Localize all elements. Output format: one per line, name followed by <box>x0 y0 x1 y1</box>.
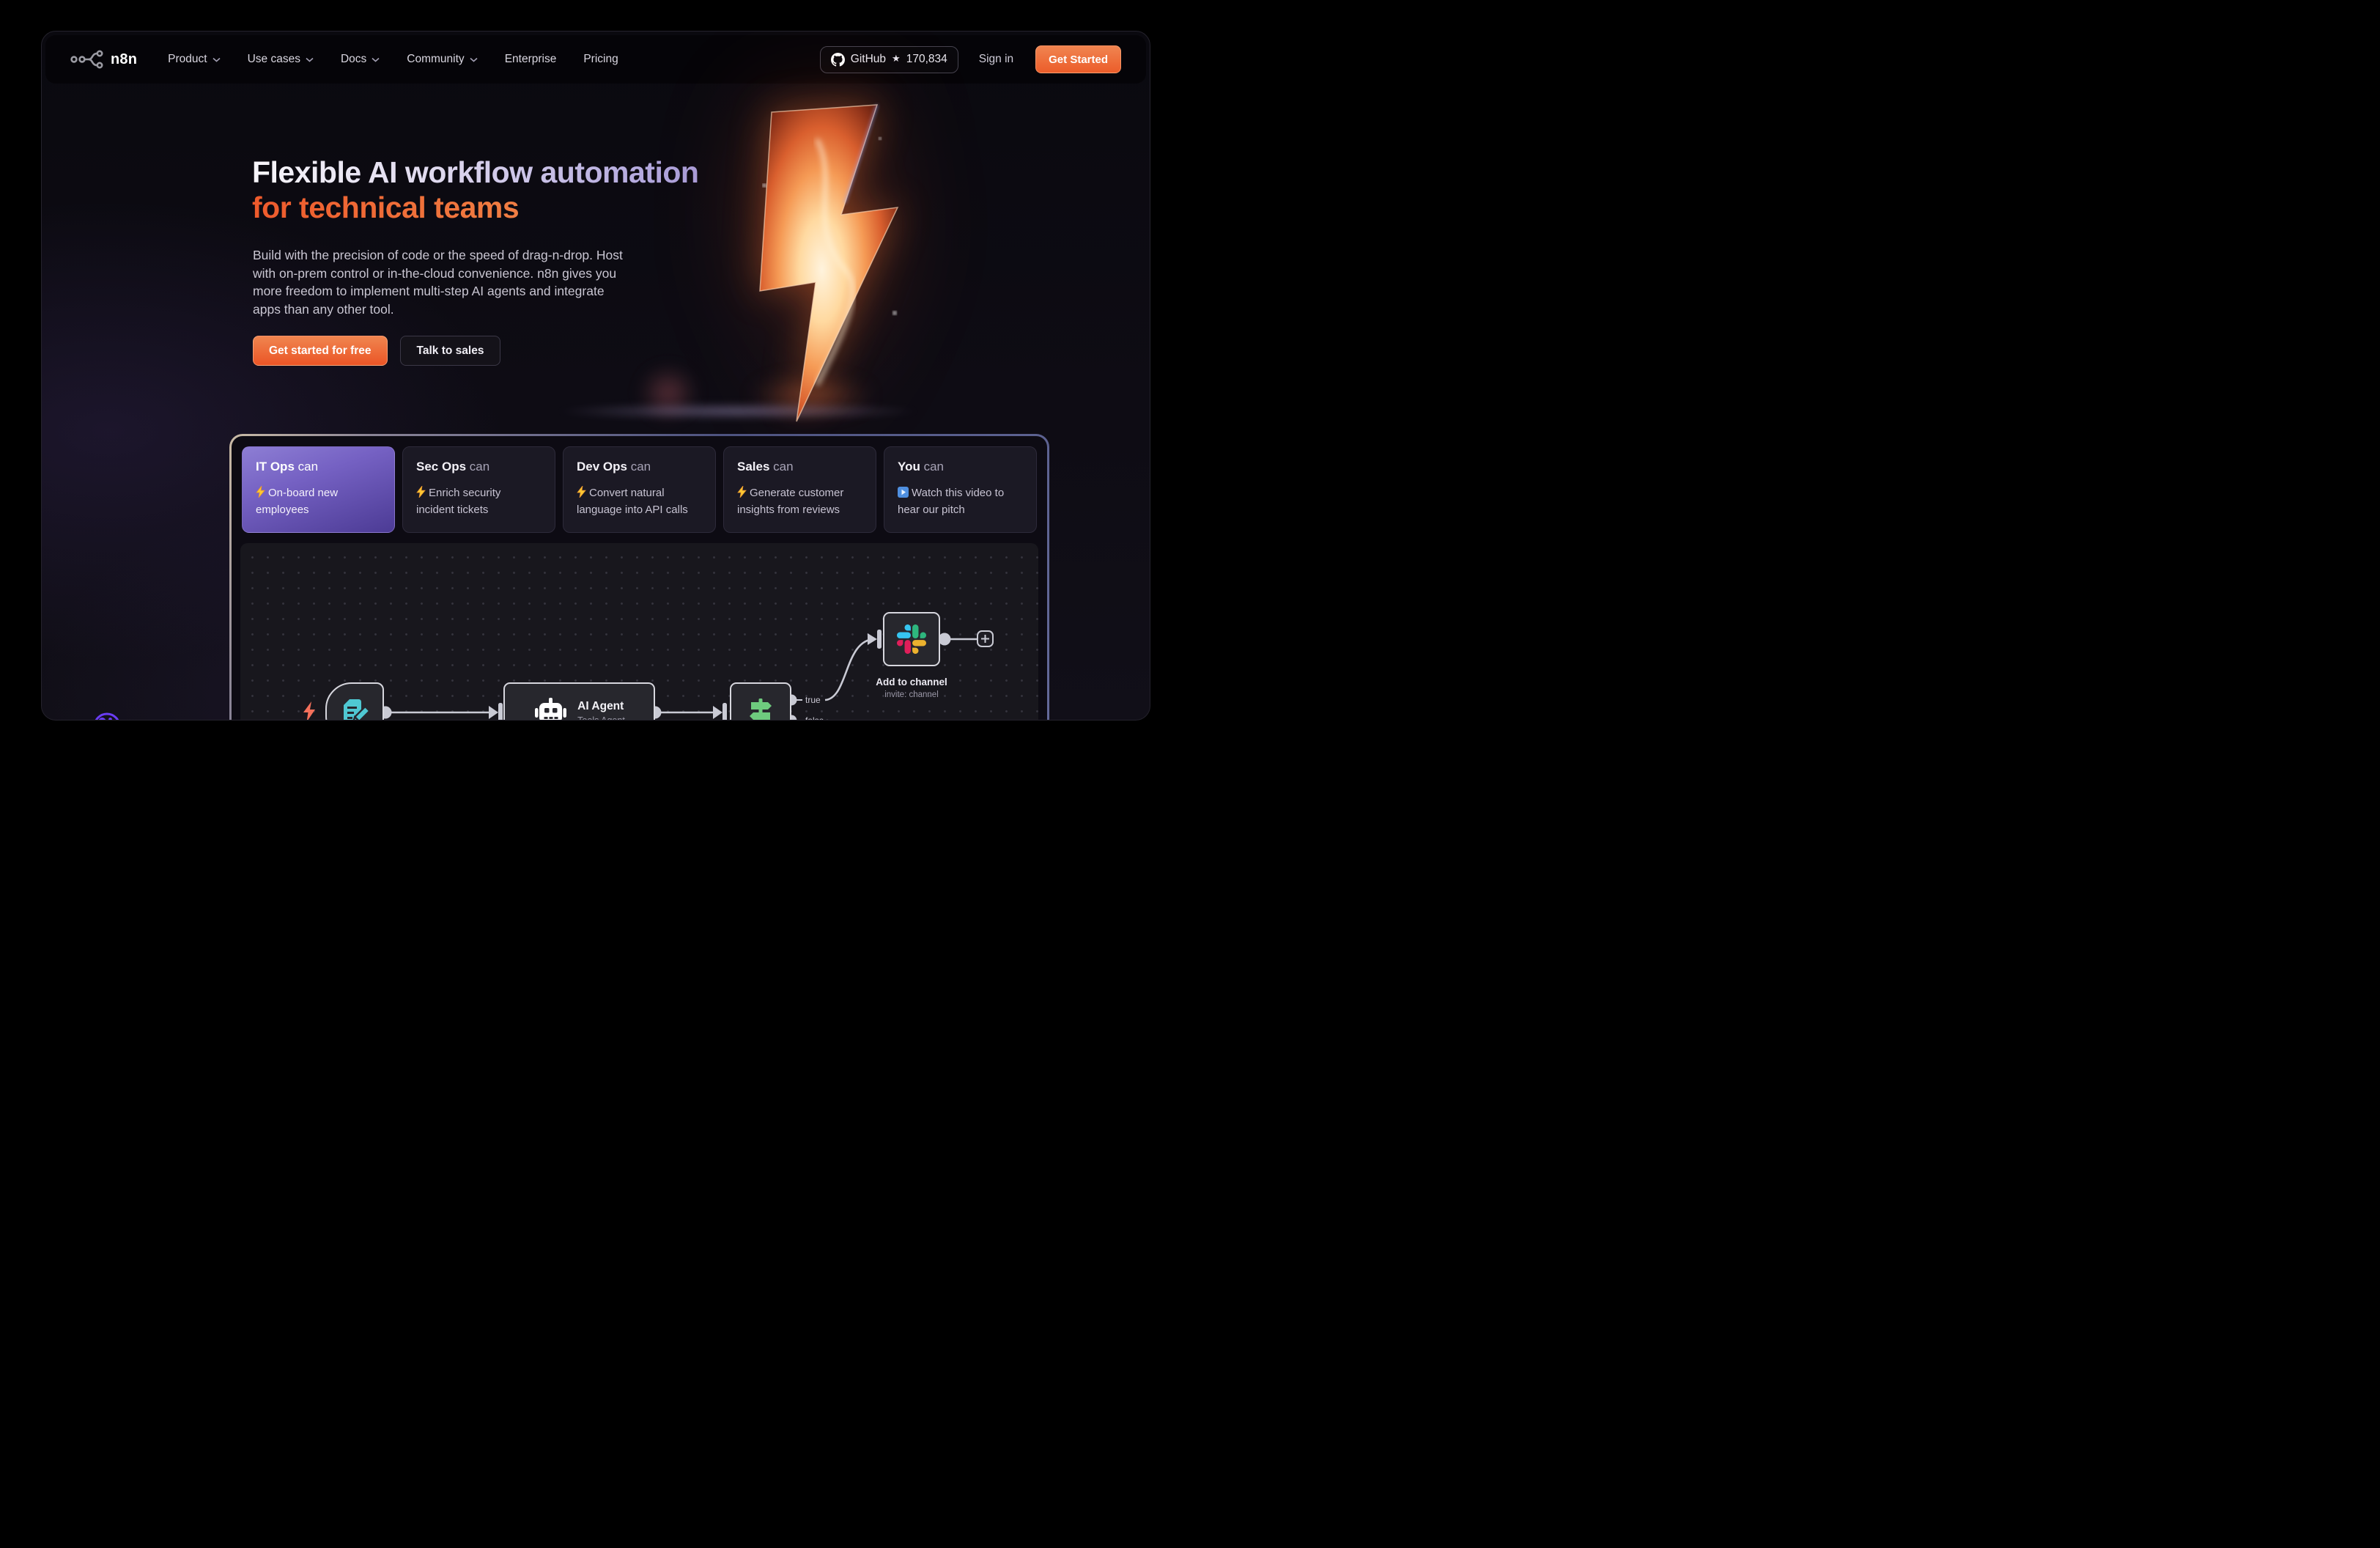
sign-in-link[interactable]: Sign in <box>979 53 1013 66</box>
workflow-showcase-panel: IT Ops can On-board new employees Sec Op… <box>229 434 1049 720</box>
workflow-canvas[interactable]: On 'Create User' form <box>240 543 1038 720</box>
nav-item-community[interactable]: Community <box>407 53 477 66</box>
lightning-icon <box>416 486 426 502</box>
nav-item-docs[interactable]: Docs <box>341 53 380 66</box>
form-trigger-icon <box>339 697 370 720</box>
ai-agent-subtitle: Tools Agent <box>577 715 625 721</box>
node-ai-agent[interactable]: AI Agent Tools Agent <box>503 682 655 720</box>
get-started-button[interactable]: Get Started <box>1035 45 1121 73</box>
brand-name: n8n <box>111 51 137 68</box>
hero-title-line2: for technical teams <box>252 190 698 225</box>
tab-sales[interactable]: Sales can Generate customer insights fro… <box>723 446 876 533</box>
tab-you[interactable]: You can Watch this video to hear our pit… <box>884 446 1037 533</box>
github-stars-button[interactable]: GitHub ★ 170,834 <box>820 46 958 73</box>
persona-tabs: IT Ops can On-board new employees Sec Op… <box>242 446 1037 533</box>
tab-dev-ops[interactable]: Dev Ops can Convert natural language int… <box>563 446 716 533</box>
nav-menu: Product Use cases Docs Community Enterpr… <box>168 53 618 66</box>
chevron-down-icon <box>470 57 478 62</box>
lightning-icon <box>577 486 586 502</box>
talk-to-sales-button[interactable]: Talk to sales <box>400 336 501 366</box>
n8n-logo[interactable]: n8n <box>70 50 137 69</box>
chevron-down-icon <box>372 57 380 62</box>
hero-description: Build with the precision of code or the … <box>253 246 623 318</box>
lightning-icon <box>737 486 747 502</box>
play-video-icon <box>898 487 909 502</box>
signpost-icon <box>744 696 777 720</box>
nav-item-use-cases[interactable]: Use cases <box>248 53 314 66</box>
n8n-logo-icon <box>70 50 104 69</box>
get-started-free-button[interactable]: Get started for free <box>253 336 388 366</box>
star-icon: ★ <box>892 53 901 64</box>
github-icon <box>831 53 845 67</box>
nav-item-enterprise[interactable]: Enterprise <box>505 53 557 66</box>
node-is-manager[interactable] <box>730 682 791 720</box>
nav-item-pricing[interactable]: Pricing <box>583 53 618 66</box>
ai-agent-title: AI Agent <box>577 700 625 713</box>
node-sublabel-slack: invite: channel <box>846 690 978 699</box>
hero-title-line1: Flexible AI workflow automation <box>252 155 698 190</box>
tab-it-ops[interactable]: IT Ops can On-board new employees <box>242 446 395 533</box>
github-label: GitHub <box>851 53 886 66</box>
output-label-false: false <box>805 715 824 720</box>
node-slack-add-to-channel[interactable] <box>883 612 940 666</box>
trigger-pulse-icon <box>302 701 317 720</box>
tab-sec-ops[interactable]: Sec Ops can Enrich security incident tic… <box>402 446 555 533</box>
lightning-icon <box>256 486 265 502</box>
site-window: n8n Product Use cases Docs Community <box>41 31 1150 720</box>
top-navigation: n8n Product Use cases Docs Community <box>45 35 1146 84</box>
node-label-slack: Add to channel <box>846 677 978 688</box>
node-create-user-form-trigger[interactable] <box>325 682 384 720</box>
github-star-count: 170,834 <box>906 53 947 66</box>
cookie-settings-button[interactable] <box>92 712 122 720</box>
lightning-bolt-hero-image <box>722 99 956 429</box>
output-label-true: true <box>805 695 821 705</box>
chevron-down-icon <box>306 57 314 62</box>
robot-icon <box>533 698 567 720</box>
nav-item-product[interactable]: Product <box>168 53 220 66</box>
hero-title: Flexible AI workflow automation for tech… <box>252 155 698 225</box>
slack-icon <box>897 624 926 654</box>
chevron-down-icon <box>212 57 221 62</box>
